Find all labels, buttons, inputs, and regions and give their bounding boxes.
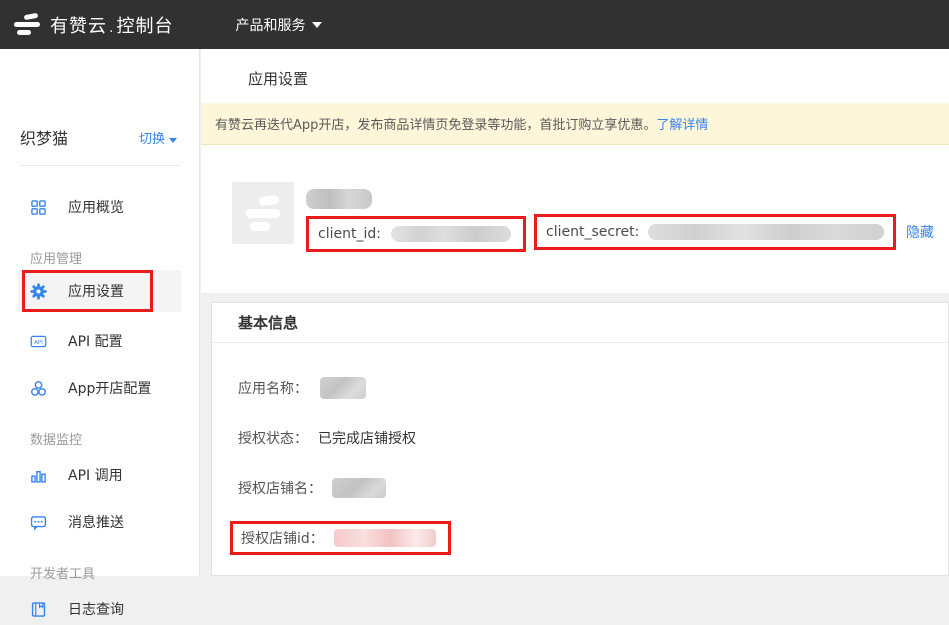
message-icon: [30, 514, 47, 531]
brand-title: 有赞云.控制台: [50, 12, 173, 38]
redacted-app-name-value: [320, 377, 366, 399]
brand-separator: .: [107, 20, 116, 36]
sidebar-item-label: API 调用: [68, 465, 123, 485]
svg-text:API: API: [34, 340, 43, 346]
sidebar-item-label: 消息推送: [68, 512, 124, 532]
basic-info-title: 基本信息: [212, 303, 948, 343]
sidebar-item-api-calls[interactable]: API 调用: [0, 459, 200, 491]
learn-more-link[interactable]: 了解详情: [656, 114, 708, 133]
client-id-label: client_id:: [318, 226, 381, 242]
products-services-label: 产品和服务: [235, 15, 305, 35]
hide-secret-link[interactable]: 隐藏: [906, 222, 934, 242]
circles-icon: [30, 380, 47, 397]
redacted-app-name: [306, 189, 372, 209]
redacted-shop-id-value: [334, 529, 436, 547]
field-row-app-name: 应用名称：: [212, 377, 948, 399]
field-row-auth-status: 授权状态： 已完成店铺授权: [212, 427, 948, 449]
field-label: 授权店铺id：: [241, 528, 324, 548]
annotation-box-shop-id: 授权店铺id：: [230, 521, 451, 555]
sidebar-section-data-monitoring: 数据监控: [30, 429, 82, 448]
sidebar-item-app-store-config[interactable]: App开店配置: [0, 372, 200, 404]
sidebar-section-developer-tools: 开发者工具: [30, 563, 95, 582]
products-services-menu[interactable]: 产品和服务: [235, 15, 322, 35]
sidebar: 织梦猫 切换 应用概览 应用管理 应用设置: [0, 49, 200, 576]
chevron-down-icon: [312, 22, 322, 28]
field-label: 授权店铺名：: [238, 478, 322, 498]
promo-banner-text: 有赞云再迭代App开店，发布商品详情页免登录等功能，首批订购立享优惠。: [215, 114, 656, 133]
brand-name: 有赞云: [50, 16, 107, 37]
app-logo-placeholder: [232, 182, 294, 244]
basic-info-body: 应用名称： 授权状态： 已完成店铺授权 授权店铺名： 授权店铺id：: [212, 343, 948, 549]
field-label: 应用名称：: [238, 378, 308, 398]
main-content: 应用设置 有赞云再迭代App开店，发布商品详情页免登录等功能，首批订购立享优惠。…: [201, 49, 949, 576]
sidebar-item-app-overview[interactable]: 应用概览: [0, 191, 200, 223]
client-secret-label: client_secret:: [546, 224, 639, 240]
sidebar-item-label: 应用设置: [68, 281, 124, 301]
promo-banner: 有赞云再迭代App开店，发布商品详情页免登录等功能，首批订购立享优惠。了解详情: [201, 103, 949, 145]
logbook-icon: [30, 601, 47, 618]
youzan-logo-icon: [14, 14, 42, 35]
redacted-shop-name-value: [332, 478, 386, 498]
gear-icon: [30, 283, 47, 300]
grid-icon: [30, 199, 47, 216]
sidebar-item-message-push[interactable]: 消息推送: [0, 506, 200, 538]
basic-info-card: 基本信息 应用名称： 授权状态： 已完成店铺授权 授权店铺名： 授权店铺id：: [211, 302, 949, 576]
switch-account-link[interactable]: 切换: [139, 128, 177, 147]
redacted-client-id-value: [391, 226, 511, 242]
account-name: 织梦猫: [20, 125, 68, 149]
api-badge-icon: API: [30, 333, 47, 350]
annotation-box-client-id: client_id:: [306, 216, 526, 252]
topbar: 有赞云.控制台 产品和服务: [0, 0, 949, 49]
redacted-client-secret-value: [648, 224, 884, 240]
field-row-shop-id: 授权店铺id：: [230, 527, 948, 549]
sidebar-item-label: 日志查询: [68, 599, 124, 619]
brand-suffix: 控制台: [116, 16, 173, 37]
field-row-shop-name: 授权店铺名：: [212, 477, 948, 499]
sidebar-item-app-settings[interactable]: 应用设置: [0, 275, 200, 307]
sidebar-item-api-config[interactable]: API API 配置: [0, 325, 200, 357]
sidebar-item-label: API 配置: [68, 331, 123, 351]
sidebar-item-log-query[interactable]: 日志查询: [0, 593, 200, 625]
page-header: 应用设置: [201, 49, 949, 103]
sidebar-divider: [20, 165, 180, 166]
sidebar-item-label: App开店配置: [68, 378, 151, 398]
sidebar-item-label: 应用概览: [68, 197, 124, 217]
page-title: 应用设置: [248, 68, 308, 89]
app-credentials-section: client_id: client_secret: 隐藏: [201, 145, 949, 293]
annotation-box-client-secret: client_secret:: [534, 214, 896, 250]
switch-label: 切换: [139, 132, 165, 147]
sidebar-section-app-management: 应用管理: [30, 248, 82, 267]
chevron-down-icon: [169, 138, 177, 143]
field-label: 授权状态：: [238, 428, 308, 448]
bar-chart-icon: [30, 467, 47, 484]
auth-status-value: 已完成店铺授权: [318, 428, 416, 448]
